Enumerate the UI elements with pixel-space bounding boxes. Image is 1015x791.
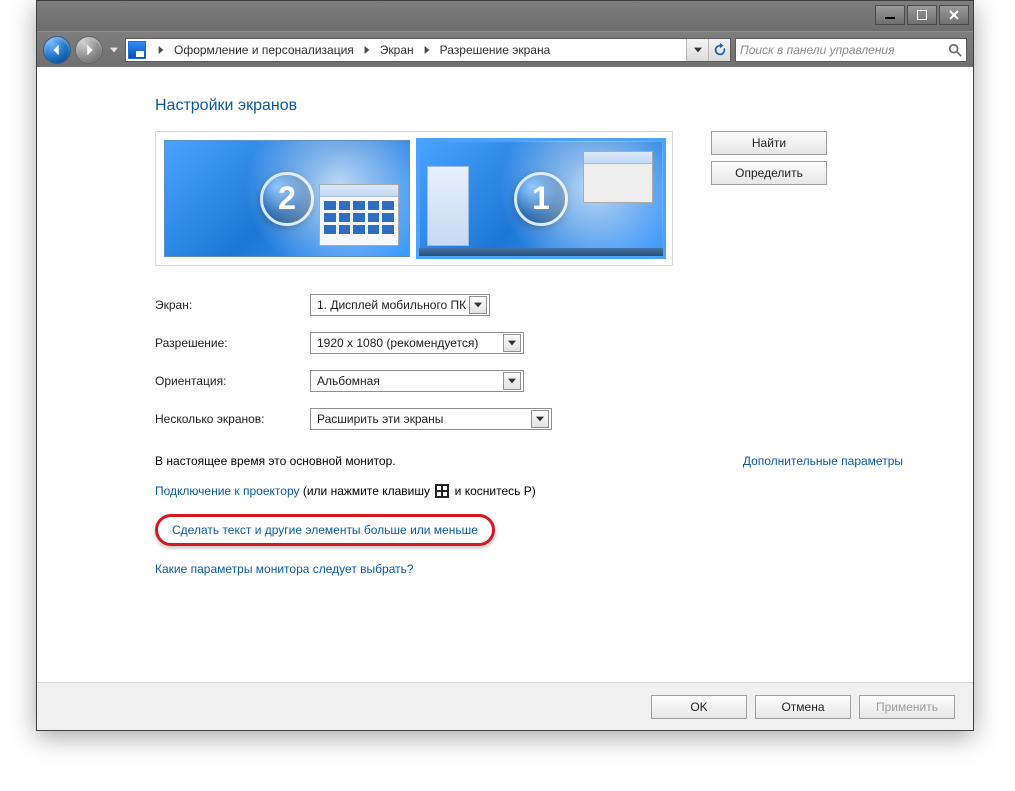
- screen-label: Экран:: [155, 298, 310, 312]
- screen-select[interactable]: 1. Дисплей мобильного ПК: [310, 294, 490, 316]
- address-dropdown[interactable]: [686, 39, 708, 61]
- multiple-displays-value: Расширить эти экраны: [317, 412, 443, 426]
- navbar: Оформление и персонализация Экран Разреш…: [37, 31, 973, 67]
- window-thumb-icon: [319, 184, 399, 246]
- orientation-select[interactable]: Альбомная: [310, 370, 524, 392]
- multiple-displays-label: Несколько экранов:: [155, 412, 310, 426]
- find-button[interactable]: Найти: [711, 131, 827, 155]
- resolution-value: 1920 х 1080 (рекомендуется): [317, 336, 478, 350]
- apply-button[interactable]: Применить: [859, 695, 955, 719]
- content-area: Настройки экранов 2 1 Найти Определ: [37, 67, 973, 682]
- monitor-1-badge: 1: [514, 172, 568, 226]
- monitor-1[interactable]: 1: [418, 140, 664, 257]
- chevron-down-icon: [531, 410, 549, 428]
- window-thumb-icon: [583, 151, 653, 203]
- multiple-displays-select[interactable]: Расширить эти экраны: [310, 408, 552, 430]
- dialog-buttons: OK Отмена Применить: [37, 682, 973, 730]
- identify-button[interactable]: Определить: [711, 161, 827, 185]
- crumb-2[interactable]: Экран: [376, 43, 418, 57]
- forward-button[interactable]: [75, 36, 103, 64]
- resolution-label: Разрешение:: [155, 336, 310, 350]
- orientation-value: Альбомная: [317, 374, 380, 388]
- control-panel-icon: [128, 41, 146, 59]
- cancel-button[interactable]: Отмена: [755, 695, 851, 719]
- highlighted-link-marker: Сделать текст и другие элементы больше и…: [155, 514, 495, 546]
- projector-line: Подключение к проектору (или нажмите кла…: [155, 484, 943, 498]
- page-title: Настройки экранов: [155, 97, 943, 115]
- resolution-select[interactable]: 1920 х 1080 (рекомендуется): [310, 332, 524, 354]
- maximize-button[interactable]: [907, 5, 937, 25]
- close-button[interactable]: [939, 5, 969, 25]
- titlebar: [37, 1, 973, 31]
- screen-value: 1. Дисплей мобильного ПК: [317, 298, 466, 312]
- display-settings-form: Экран: 1. Дисплей мобильного ПК Разрешен…: [155, 294, 943, 430]
- chevron-down-icon: [503, 334, 521, 352]
- search-input[interactable]: Поиск в панели управления: [735, 38, 967, 62]
- orientation-label: Ориентация:: [155, 374, 310, 388]
- refresh-button[interactable]: [708, 39, 730, 61]
- back-button[interactable]: [43, 36, 71, 64]
- crumb-3[interactable]: Разрешение экрана: [436, 43, 555, 57]
- monitor-2-badge: 2: [260, 172, 314, 226]
- projector-link[interactable]: Подключение к проектору: [155, 484, 300, 498]
- windows-key-icon: [435, 484, 449, 498]
- window: Оформление и персонализация Экран Разреш…: [36, 0, 974, 731]
- search-icon: [948, 43, 962, 57]
- chevron-down-icon: [469, 296, 487, 314]
- minimize-button[interactable]: [875, 5, 905, 25]
- monitor-preview[interactable]: 2 1: [155, 131, 673, 266]
- main-monitor-note: В настоящее время это основной монитор.: [155, 454, 396, 468]
- nav-history-dropdown[interactable]: [107, 40, 121, 60]
- which-settings-link[interactable]: Какие параметры монитора следует выбрать…: [155, 562, 414, 576]
- text-size-link[interactable]: Сделать текст и другие элементы больше и…: [172, 523, 478, 537]
- advanced-settings-link[interactable]: Дополнительные параметры: [743, 454, 903, 468]
- crumb-1[interactable]: Оформление и персонализация: [170, 43, 358, 57]
- address-bar[interactable]: Оформление и персонализация Экран Разреш…: [125, 38, 731, 62]
- search-placeholder: Поиск в панели управления: [740, 43, 895, 57]
- chevron-down-icon: [503, 372, 521, 390]
- breadcrumb[interactable]: Оформление и персонализация Экран Разреш…: [152, 39, 554, 61]
- ok-button[interactable]: OK: [651, 695, 747, 719]
- monitor-2[interactable]: 2: [164, 140, 410, 257]
